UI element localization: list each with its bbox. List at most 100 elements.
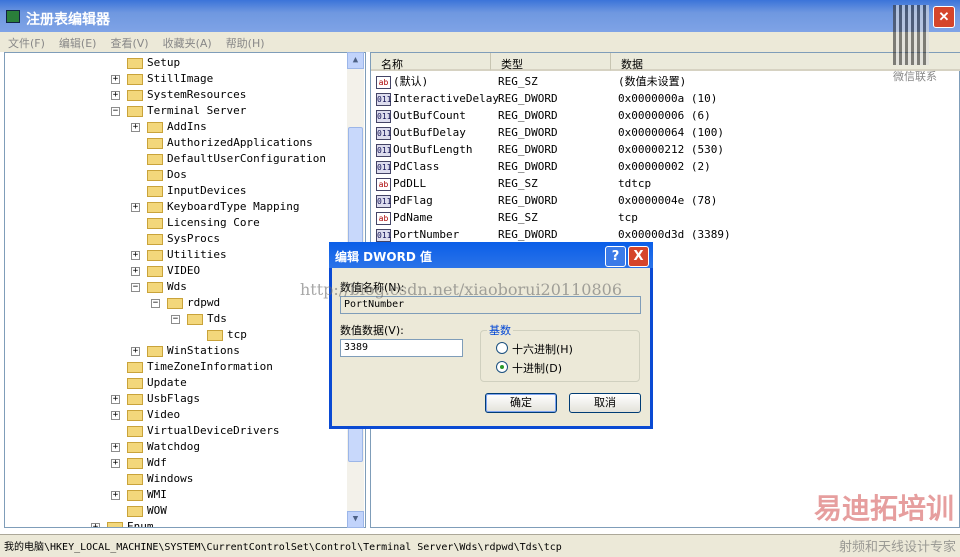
- tree-item[interactable]: Windows: [5, 471, 365, 487]
- menu-item[interactable]: 文件(F): [8, 37, 45, 50]
- value-row[interactable]: ab PdName REG_SZ tcp: [376, 210, 956, 226]
- menu-item[interactable]: 收藏夹(A): [163, 37, 212, 50]
- tree-item[interactable]: + AddIns: [5, 119, 365, 135]
- tree-item[interactable]: + WinStations: [5, 343, 365, 359]
- folder-icon: [127, 74, 143, 85]
- expand-icon[interactable]: +: [131, 123, 140, 132]
- value-type: REG_DWORD: [498, 126, 558, 139]
- expand-icon[interactable]: +: [131, 347, 140, 356]
- scroll-up-button[interactable]: ▲: [347, 52, 364, 69]
- tree-item[interactable]: DefaultUserConfiguration: [5, 151, 365, 167]
- tree-item[interactable]: + Watchdog: [5, 439, 365, 455]
- collapse-icon[interactable]: −: [151, 299, 160, 308]
- tree-item[interactable]: − Wds: [5, 279, 365, 295]
- tree-item[interactable]: Licensing Core: [5, 215, 365, 231]
- tree-item-label: Dos: [167, 168, 187, 181]
- expand-icon[interactable]: +: [111, 459, 120, 468]
- tree-item[interactable]: VirtualDeviceDrivers: [5, 423, 365, 439]
- value-data-input[interactable]: 3389: [340, 339, 463, 357]
- expand-icon[interactable]: +: [111, 443, 120, 452]
- tree-item[interactable]: tcp: [5, 327, 365, 343]
- value-row[interactable]: ab (默认) REG_SZ (数值未设置): [376, 74, 956, 90]
- expand-icon[interactable]: +: [111, 395, 120, 404]
- folder-icon: [127, 58, 143, 69]
- expand-icon[interactable]: +: [91, 523, 100, 527]
- tree-item[interactable]: + Enum: [5, 519, 365, 527]
- value-row[interactable]: 011 InteractiveDelay REG_DWORD 0x0000000a (…: [376, 91, 956, 107]
- hex-radio[interactable]: [496, 342, 508, 354]
- tree-item[interactable]: + VIDEO: [5, 263, 365, 279]
- value-row[interactable]: 011 PdFlag REG_DWORD 0x0000004e (78): [376, 193, 956, 209]
- help-button[interactable]: ?: [605, 246, 626, 267]
- column-type[interactable]: 类型: [491, 53, 611, 71]
- expand-icon[interactable]: +: [131, 251, 140, 260]
- folder-icon: [207, 330, 223, 341]
- tree-item[interactable]: SysProcs: [5, 231, 365, 247]
- decimal-radio[interactable]: [496, 361, 508, 373]
- tree-item-label: Wdf: [147, 456, 167, 469]
- expand-icon[interactable]: +: [111, 75, 120, 84]
- tree-item[interactable]: + KeyboardType Mapping: [5, 199, 365, 215]
- tree-item[interactable]: + Wdf: [5, 455, 365, 471]
- tree-item[interactable]: + Utilities: [5, 247, 365, 263]
- tree-item[interactable]: Update: [5, 375, 365, 391]
- folder-icon: [147, 250, 163, 261]
- binary-value-icon: 011: [376, 160, 392, 174]
- tree-item-label: StillImage: [147, 72, 214, 85]
- tree-item[interactable]: − rdpwd: [5, 295, 365, 311]
- tree-item-label: KeyboardType Mapping: [167, 200, 300, 213]
- tree-item[interactable]: WOW: [5, 503, 365, 519]
- value-row[interactable]: 011 PortNumber REG_DWORD 0x00000d3d (3389): [376, 227, 956, 243]
- tree-item[interactable]: InputDevices: [5, 183, 365, 199]
- menu-item[interactable]: 编辑(E): [59, 37, 97, 50]
- folder-icon: [127, 490, 143, 501]
- tree-item[interactable]: Setup: [5, 55, 365, 71]
- title-bar: 注册表编辑器: [0, 0, 960, 32]
- value-data: tcp: [618, 211, 638, 224]
- menu-item[interactable]: 查看(V): [110, 37, 148, 50]
- menu-bar: 文件(F) 编辑(E) 查看(V) 收藏夹(A) 帮助(H): [0, 32, 960, 52]
- collapse-icon[interactable]: −: [111, 107, 120, 116]
- tree-item[interactable]: + UsbFlags: [5, 391, 365, 407]
- tree-item[interactable]: + StillImage: [5, 71, 365, 87]
- tree-item[interactable]: AuthorizedApplications: [5, 135, 365, 151]
- folder-icon: [147, 186, 163, 197]
- folder-icon: [127, 474, 143, 485]
- tree-item[interactable]: + Video: [5, 407, 365, 423]
- window-close-button[interactable]: ✕: [933, 6, 955, 28]
- tree-item[interactable]: − Terminal Server: [5, 103, 365, 119]
- dialog-close-button[interactable]: X: [628, 246, 649, 267]
- folder-icon: [107, 522, 123, 527]
- scroll-down-button[interactable]: ▼: [347, 511, 364, 528]
- tree-item[interactable]: + WMI: [5, 487, 365, 503]
- tree-item-label: Watchdog: [147, 440, 200, 453]
- tree-item[interactable]: − Tds: [5, 311, 365, 327]
- expand-icon[interactable]: +: [131, 203, 140, 212]
- tree-item-label: Tds: [207, 312, 227, 325]
- expand-icon[interactable]: +: [131, 267, 140, 276]
- value-row[interactable]: 011 OutBufDelay REG_DWORD 0x00000064 (100): [376, 125, 956, 141]
- tree-item[interactable]: + SystemResources: [5, 87, 365, 103]
- tree-item-label: InputDevices: [167, 184, 247, 197]
- value-row[interactable]: 011 OutBufCount REG_DWORD 0x00000006 (6): [376, 108, 956, 124]
- expand-icon[interactable]: +: [111, 491, 120, 500]
- tree-item[interactable]: TimeZoneInformation: [5, 359, 365, 375]
- value-row[interactable]: 011 OutBufLength REG_DWORD 0x00000212 (530): [376, 142, 956, 158]
- column-name[interactable]: 名称: [371, 53, 491, 71]
- decimal-label[interactable]: 十进制(D): [512, 360, 562, 376]
- menu-item[interactable]: 帮助(H): [226, 37, 265, 50]
- collapse-icon[interactable]: −: [131, 283, 140, 292]
- ok-button[interactable]: 确定: [485, 393, 557, 413]
- collapse-icon[interactable]: −: [171, 315, 180, 324]
- brand-logo: 易迪拓培训: [813, 492, 954, 525]
- expand-icon[interactable]: +: [111, 411, 120, 420]
- folder-icon: [127, 378, 143, 389]
- hex-label[interactable]: 十六进制(H): [512, 341, 573, 357]
- value-row[interactable]: 011 PdClass REG_DWORD 0x00000002 (2): [376, 159, 956, 175]
- expand-icon[interactable]: +: [111, 91, 120, 100]
- cancel-button[interactable]: 取消: [569, 393, 641, 413]
- tree-item[interactable]: Dos: [5, 167, 365, 183]
- value-row[interactable]: ab PdDLL REG_SZ tdtcp: [376, 176, 956, 192]
- value-type: REG_SZ: [498, 75, 538, 88]
- folder-icon: [127, 394, 143, 405]
